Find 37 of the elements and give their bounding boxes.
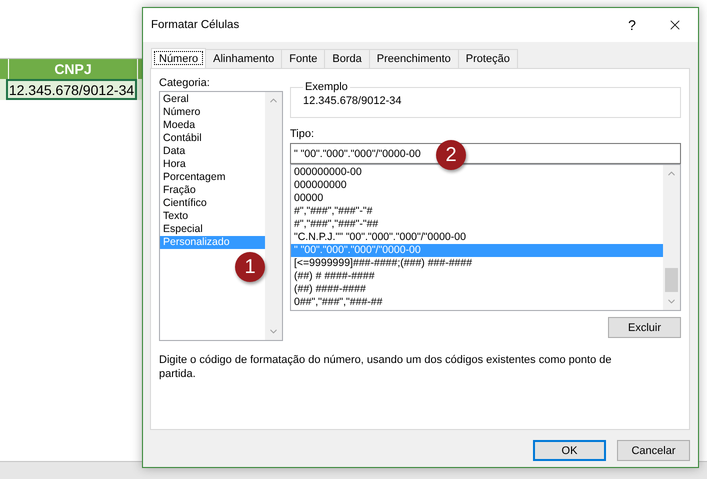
cancel-button[interactable]: Cancelar (617, 440, 690, 461)
category-item[interactable]: Fração (160, 184, 265, 197)
example-label: Exemplo (304, 81, 349, 93)
table-cell[interactable]: 12.345.678/9012-34 (6, 79, 137, 100)
format-item[interactable]: 000000000 (291, 179, 663, 192)
category-item[interactable]: Porcentagem (160, 171, 265, 184)
scroll-thumb[interactable] (665, 268, 678, 292)
description-text: Digite o código de formatação do número, usando um dos códigos existentes como ponto de partida. (159, 353, 612, 381)
format-item[interactable]: "C.N.P.J."" "00"."000"."000"/"0000-00 (291, 231, 663, 244)
help-button[interactable]: ? (612, 10, 652, 40)
format-item[interactable]: 00000 (291, 192, 663, 205)
format-item[interactable]: #","###","###"-"# (291, 205, 663, 218)
category-item[interactable]: Geral (160, 93, 265, 106)
tab[interactable]: Proteção (458, 49, 518, 68)
category-item[interactable]: Texto (160, 210, 265, 223)
format-item[interactable]: #","###","###"-"## (291, 218, 663, 231)
scrollbar[interactable] (265, 92, 282, 340)
window-title: Formatar Células (151, 19, 240, 31)
format-item[interactable]: [<=9999999]###-####;(###) ###-#### (291, 257, 663, 270)
category-item[interactable]: Moeda (160, 119, 265, 132)
tab[interactable]: Número (151, 48, 206, 68)
type-label: Tipo: (290, 127, 316, 142)
scrollbar[interactable] (663, 165, 680, 310)
format-item[interactable]: (##) ####-#### (291, 283, 663, 296)
ok-button[interactable]: OK (533, 440, 606, 461)
category-item[interactable]: Especial (160, 223, 265, 236)
delete-button[interactable]: Excluir (608, 317, 681, 338)
category-item[interactable]: Número (160, 106, 265, 119)
category-item[interactable]: Data (160, 145, 265, 158)
example-value: 12.345.678/9012-34 (303, 95, 402, 107)
category-item[interactable]: Científico (160, 197, 265, 210)
category-item[interactable]: Hora (160, 158, 265, 171)
format-item[interactable]: (##) # ####-#### (291, 270, 663, 283)
category-item[interactable]: Contábil (160, 132, 265, 145)
category-label: Categoria: (159, 76, 211, 91)
column-header: CNPJ (8, 59, 138, 79)
format-item[interactable]: 0##","###","###-## (291, 296, 663, 309)
